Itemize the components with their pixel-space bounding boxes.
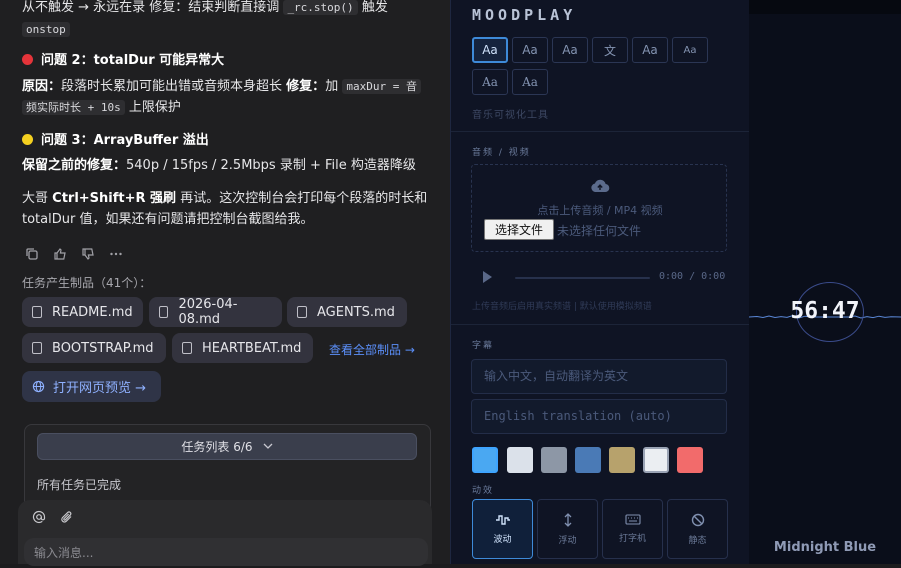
font-option-8[interactable]: Aa: [512, 69, 548, 95]
artifact-chip[interactable]: 2026-04-08.md: [149, 297, 282, 327]
clock-display: 56:47: [790, 298, 860, 324]
artifact-chip[interactable]: BOOTSTRAP.md: [22, 333, 166, 363]
message-text: 从不触发 → 永远在录 修复：结束判断直接调: [22, 0, 280, 15]
chat-pane: 从不触发 → 永远在录 修复：结束判断直接调 _rc.stop() 触发 ons…: [0, 0, 450, 566]
artifact-chip[interactable]: README.md: [22, 297, 143, 327]
arrows-vertical-icon: [564, 512, 571, 527]
color-swatch-6[interactable]: [643, 447, 669, 473]
message-text: 触发: [361, 0, 388, 15]
effect-typewriter-button[interactable]: 打字机: [602, 499, 663, 559]
artifacts-title: 任务产生制品（41个）：: [22, 276, 152, 290]
file-icon: [159, 306, 169, 318]
time-readout: 0:00 / 0:00: [659, 271, 726, 282]
wave-icon: [495, 514, 510, 525]
closing-line-1: 大哥 Ctrl+Shift+R 强刷 再试。这次控制台会打印每个段落的时长和: [22, 191, 428, 206]
message-line-1: 从不触发 → 永远在录 修复：结束判断直接调 _rc.stop() 触发: [22, 0, 388, 19]
file-icon: [182, 342, 192, 354]
play-icon[interactable]: [483, 271, 492, 283]
chevron-down-icon: [263, 443, 273, 449]
subtitle-section-title: 字幕: [472, 341, 495, 351]
issue-2-cause-cont: 频实际时长 + 10s 上限保护: [22, 97, 181, 119]
font-option-2[interactable]: Aa: [512, 37, 548, 63]
keyboard-icon: [624, 514, 641, 525]
color-swatch-1[interactable]: [472, 447, 498, 473]
app-subtitle: 音乐可视化工具: [472, 110, 549, 121]
audio-section-title: 音频 / 视频: [472, 148, 531, 158]
inline-code: onstop: [22, 22, 70, 37]
message-actions: [24, 246, 124, 262]
globe-icon: [32, 380, 45, 393]
upload-hint: 上传音频后启用真实频谱 | 默认使用模拟频谱: [472, 302, 652, 312]
file-icon: [32, 306, 42, 318]
task-list-toggle[interactable]: 任务列表 6/6: [37, 433, 417, 460]
message-line-2: onstop: [22, 19, 70, 41]
thumbs-down-icon[interactable]: [80, 246, 96, 262]
artifact-chip[interactable]: AGENTS.md: [287, 297, 407, 327]
audio-player: 0:00 / 0:00: [471, 268, 731, 288]
effect-wave-button[interactable]: 波动: [472, 499, 533, 559]
choose-file-button[interactable]: 选择文件: [484, 219, 554, 240]
issue-3-fix: 保留之前的修复：540p / 15fps / 2.5Mbps 录制 + File…: [22, 158, 416, 173]
file-icon: [297, 306, 307, 318]
theme-name: Midnight Blue: [773, 540, 877, 555]
thumbs-up-icon[interactable]: [52, 246, 68, 262]
effect-static-button[interactable]: 静态: [667, 499, 728, 559]
no-file-label: 未选择任何文件: [557, 224, 642, 238]
open-web-preview-button[interactable]: 打开网页预览 →: [22, 371, 161, 402]
font-option-3[interactable]: Aa: [552, 37, 588, 63]
font-option-6[interactable]: Aa: [672, 37, 708, 63]
file-icon: [32, 342, 42, 354]
app-logo: MOODPLAY: [472, 6, 577, 24]
visualizer-preview: 56:47 Midnight Blue: [749, 0, 901, 564]
message-composer: 输入消息...: [18, 500, 432, 566]
font-option-7[interactable]: Aa: [472, 69, 508, 95]
issue-3-heading: 问题 3：ArrayBuffer 溢出: [22, 130, 209, 152]
more-options-icon[interactable]: [108, 246, 124, 262]
font-option-1[interactable]: Aa: [472, 37, 508, 63]
mention-icon[interactable]: [32, 510, 46, 528]
closing-line-2: totalDur 值，如果还有问题请把控制台截图给我。: [22, 212, 314, 227]
color-swatch-7[interactable]: [677, 447, 703, 473]
effects-section-title: 动效: [472, 486, 495, 496]
inline-code: 频实际时长 + 10s: [22, 100, 125, 115]
copy-icon[interactable]: [24, 246, 40, 262]
artifact-chip[interactable]: HEARTBEAT.md: [172, 333, 313, 363]
divider: [451, 324, 749, 325]
issue-2-cause: 原因：段落时长累加可能出错或音频本身超长 修复：加 maxDur = 音: [22, 76, 421, 98]
message-input[interactable]: 输入消息...: [24, 538, 428, 566]
color-swatch-2[interactable]: [507, 447, 533, 473]
inline-code: maxDur = 音: [342, 79, 421, 94]
issue-2-heading: 问题 2：totalDur 可能异常大: [22, 50, 224, 72]
color-swatch-4[interactable]: [575, 447, 601, 473]
upload-dropzone[interactable]: 点击上传音频 / MP4 视频 选择文件 未选择任何文件: [471, 164, 727, 252]
tasks-status: 所有任务已完成: [37, 478, 122, 492]
moodplay-control-panel: MOODPLAY Aa Aa Aa 文 Aa Aa Aa Aa 音乐可视化工具 …: [450, 0, 750, 564]
effect-float-button[interactable]: 浮动: [537, 499, 598, 559]
yellow-circle-icon: [22, 134, 33, 145]
attach-icon[interactable]: [60, 510, 74, 528]
red-circle-icon: [22, 54, 33, 65]
no-motion-icon: [691, 513, 704, 526]
english-translation-input[interactable]: English translation (auto): [471, 399, 727, 434]
cloud-upload-icon: [591, 179, 610, 193]
font-option-4[interactable]: 文: [592, 37, 628, 63]
divider: [451, 131, 749, 132]
upload-label: 点击上传音频 / MP4 视频: [537, 204, 663, 217]
color-swatch-5[interactable]: [609, 447, 635, 473]
view-all-artifacts-link[interactable]: 查看全部制品 →: [329, 341, 415, 358]
inline-code: _rc.stop(): [283, 0, 358, 15]
color-swatch-3[interactable]: [541, 447, 567, 473]
seek-bar[interactable]: [515, 277, 650, 279]
font-option-5[interactable]: Aa: [632, 37, 668, 63]
chinese-subtitle-input[interactable]: 输入中文，自动翻译为英文: [471, 359, 727, 394]
